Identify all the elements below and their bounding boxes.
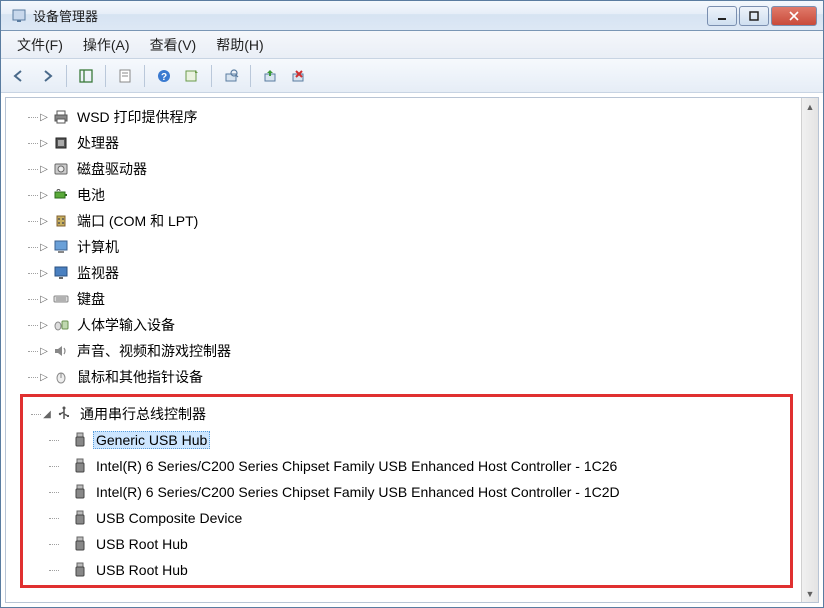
tree-item[interactable]: ▷ 鼠标和其他指针设备 xyxy=(20,364,799,390)
port-icon xyxy=(52,212,70,230)
tree-item-label: 电池 xyxy=(74,184,108,206)
tree-item-usb-device[interactable]: Generic USB Hub xyxy=(23,427,786,453)
tree-item-label: 端口 (COM 和 LPT) xyxy=(74,210,201,232)
usb-icon xyxy=(55,405,73,423)
menu-view[interactable]: 查看(V) xyxy=(140,32,207,58)
expander-collapsed-icon[interactable]: ▷ xyxy=(38,215,50,227)
expander-collapsed-icon[interactable]: ▷ xyxy=(38,189,50,201)
tree-item-label: USB Composite Device xyxy=(93,509,245,527)
menu-file[interactable]: 文件(F) xyxy=(7,32,73,58)
menu-action[interactable]: 操作(A) xyxy=(73,32,140,58)
tree-item[interactable]: ▷ 电池 xyxy=(20,182,799,208)
tree-item-usb-device[interactable]: Intel(R) 6 Series/C200 Series Chipset Fa… xyxy=(23,479,786,505)
tree-item-label: 人体学输入设备 xyxy=(74,314,178,336)
usb-device-icon xyxy=(71,483,89,501)
tree-item[interactable]: ▷ 键盘 xyxy=(20,286,799,312)
properties-button[interactable] xyxy=(113,64,137,88)
tree-item-label: 键盘 xyxy=(74,288,108,310)
expander-collapsed-icon[interactable]: ▷ xyxy=(38,345,50,357)
monitor-icon xyxy=(52,264,70,282)
tree-item-label: 处理器 xyxy=(74,132,122,154)
window-controls xyxy=(707,6,817,26)
expander-collapsed-icon[interactable]: ▷ xyxy=(38,293,50,305)
back-button[interactable] xyxy=(7,64,31,88)
toolbar: ? xyxy=(1,59,823,93)
tree-item[interactable]: ▷ 端口 (COM 和 LPT) xyxy=(20,208,799,234)
vertical-scrollbar[interactable]: ▲ ▼ xyxy=(801,98,818,602)
titlebar: 设备管理器 xyxy=(1,1,823,31)
scroll-down-arrow[interactable]: ▼ xyxy=(802,585,818,602)
tree-item[interactable]: ▷ 处理器 xyxy=(20,130,799,156)
expander-collapsed-icon[interactable]: ▷ xyxy=(38,111,50,123)
keyboard-icon xyxy=(52,290,70,308)
menubar: 文件(F) 操作(A) 查看(V) 帮助(H) xyxy=(1,31,823,59)
scroll-track[interactable] xyxy=(802,115,818,585)
svg-text:?: ? xyxy=(161,72,167,83)
disk-icon xyxy=(52,160,70,178)
action-button[interactable] xyxy=(180,64,204,88)
tree-item-label: WSD 打印提供程序 xyxy=(74,106,201,128)
usb-device-icon xyxy=(71,535,89,553)
minimize-button[interactable] xyxy=(707,6,737,26)
expander-collapsed-icon[interactable]: ▷ xyxy=(38,319,50,331)
tree-item[interactable]: ▷ 磁盘驱动器 xyxy=(20,156,799,182)
cpu-icon xyxy=(52,134,70,152)
hid-icon xyxy=(52,316,70,334)
device-manager-window: 设备管理器 文件(F) 操作(A) 查看(V) 帮助(H) ? ▷ WSD 打印提… xyxy=(0,0,824,608)
device-tree[interactable]: ▷WSD 打印提供程序▷处理器▷磁盘驱动器▷电池▷端口 (COM 和 LPT)▷… xyxy=(6,98,801,602)
window-title: 设备管理器 xyxy=(33,6,707,25)
expander-collapsed-icon[interactable]: ▷ xyxy=(38,163,50,175)
tree-item-usb-device[interactable]: Intel(R) 6 Series/C200 Series Chipset Fa… xyxy=(23,453,786,479)
tree-item-label: 监视器 xyxy=(74,262,122,284)
scroll-up-arrow[interactable]: ▲ xyxy=(802,98,818,115)
usb-device-icon xyxy=(71,457,89,475)
expander-collapsed-icon[interactable]: ▷ xyxy=(38,137,50,149)
printer-icon xyxy=(52,108,70,126)
tree-item-label: Intel(R) 6 Series/C200 Series Chipset Fa… xyxy=(93,457,620,475)
tree-item-label: Generic USB Hub xyxy=(93,431,210,449)
show-hide-tree-button[interactable] xyxy=(74,64,98,88)
usb-device-icon xyxy=(71,431,89,449)
tree-item[interactable]: ▷ 监视器 xyxy=(20,260,799,286)
tree-item[interactable]: ▷ 人体学输入设备 xyxy=(20,312,799,338)
computer-icon xyxy=(52,238,70,256)
tree-item-label: USB Root Hub xyxy=(93,535,191,553)
tree-item-label: Intel(R) 6 Series/C200 Series Chipset Fa… xyxy=(93,483,623,501)
tree-item-label: 磁盘驱动器 xyxy=(74,158,150,180)
expander-expanded-icon[interactable]: ◢ xyxy=(41,408,53,420)
help-button[interactable]: ? xyxy=(152,64,176,88)
disable-device-button[interactable] xyxy=(286,64,310,88)
content-area: ▷WSD 打印提供程序▷处理器▷磁盘驱动器▷电池▷端口 (COM 和 LPT)▷… xyxy=(1,93,823,607)
highlighted-usb-section: ◢ 通用串行总线控制器 Generic USB Hub Intel(R) 6 Seri… xyxy=(20,394,793,588)
usb-device-icon xyxy=(71,509,89,527)
enable-device-button[interactable] xyxy=(258,64,282,88)
menu-help[interactable]: 帮助(H) xyxy=(206,32,273,58)
tree-item-label: 计算机 xyxy=(74,236,122,258)
close-button[interactable] xyxy=(771,6,817,26)
sound-icon xyxy=(52,342,70,360)
maximize-button[interactable] xyxy=(739,6,769,26)
tree-item[interactable]: ▷ 计算机 xyxy=(20,234,799,260)
tree-item-usb-device[interactable]: USB Root Hub xyxy=(23,557,786,583)
expander-collapsed-icon[interactable]: ▷ xyxy=(38,371,50,383)
app-icon xyxy=(11,8,27,24)
expander-collapsed-icon[interactable]: ▷ xyxy=(38,241,50,253)
tree-item-usb-controllers[interactable]: ◢ 通用串行总线控制器 xyxy=(23,401,786,427)
usb-device-icon xyxy=(71,561,89,579)
tree-item-label: 鼠标和其他指针设备 xyxy=(74,366,206,388)
tree-item[interactable]: ▷ 声音、视频和游戏控制器 xyxy=(20,338,799,364)
tree-item-label: USB Root Hub xyxy=(93,561,191,579)
content-pane: ▷WSD 打印提供程序▷处理器▷磁盘驱动器▷电池▷端口 (COM 和 LPT)▷… xyxy=(5,97,819,603)
tree-item-usb-device[interactable]: USB Composite Device xyxy=(23,505,786,531)
tree-item-usb-device[interactable]: USB Root Hub xyxy=(23,531,786,557)
battery-icon xyxy=(52,186,70,204)
scan-hardware-button[interactable] xyxy=(219,64,243,88)
mouse-icon xyxy=(52,368,70,386)
tree-item[interactable]: ▷ WSD 打印提供程序 xyxy=(20,104,799,130)
tree-item-label: 声音、视频和游戏控制器 xyxy=(74,340,234,362)
forward-button[interactable] xyxy=(35,64,59,88)
expander-collapsed-icon[interactable]: ▷ xyxy=(38,267,50,279)
tree-item-label: 通用串行总线控制器 xyxy=(77,403,209,425)
